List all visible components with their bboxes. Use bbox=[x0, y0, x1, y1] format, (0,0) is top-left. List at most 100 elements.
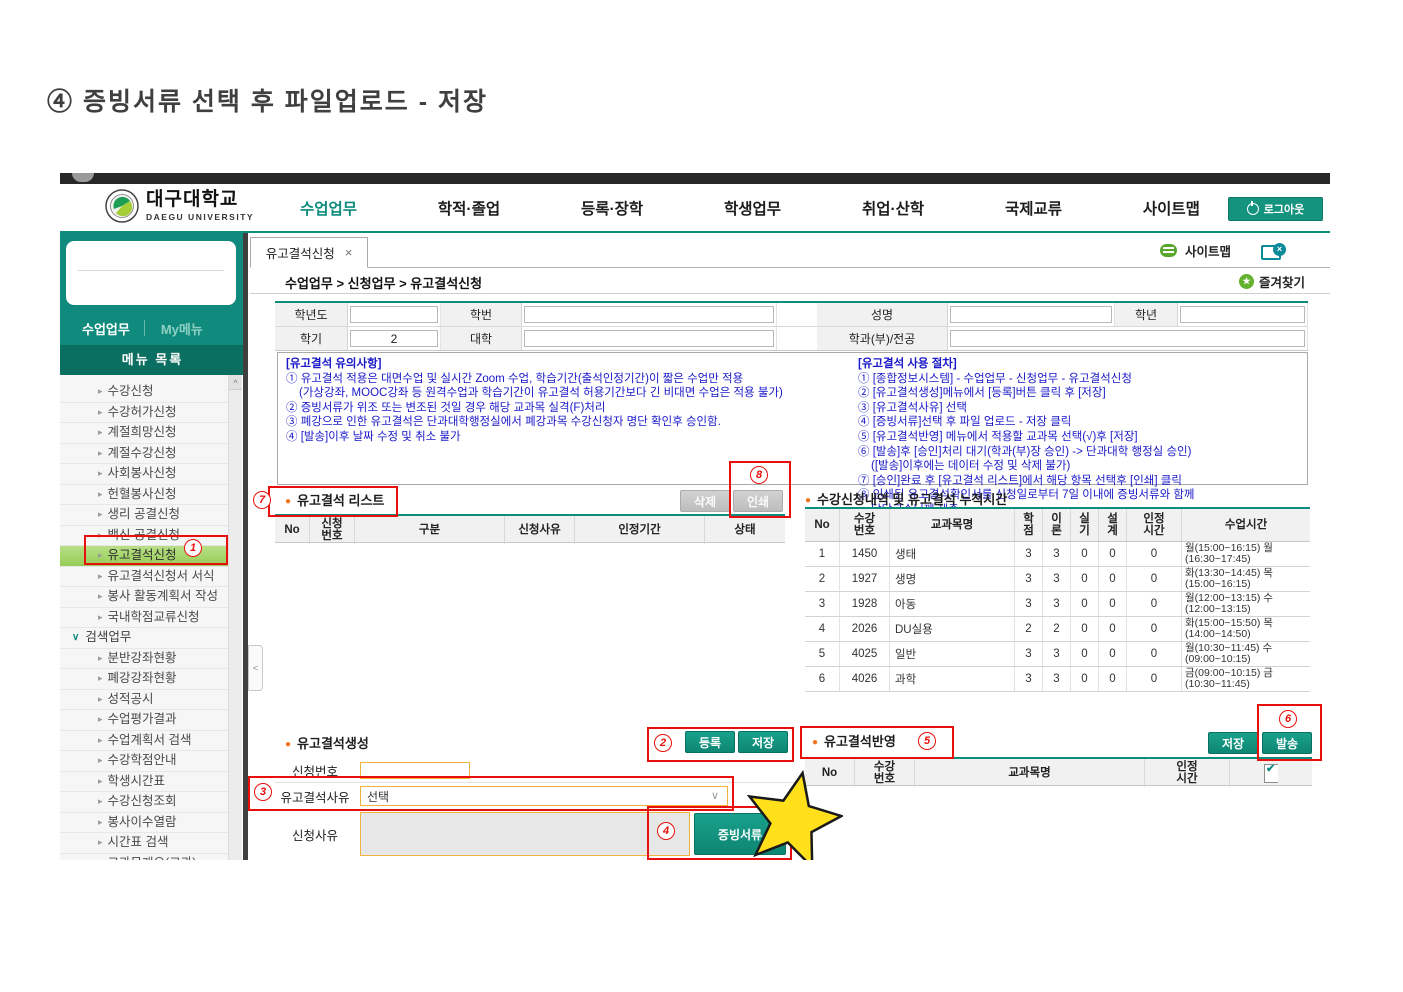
apply-save-button[interactable]: 저장 bbox=[1208, 732, 1258, 754]
sidebar-menu-item[interactable]: 분반강좌현황 bbox=[60, 649, 228, 670]
notice-line: [유고결석 사용 절차] bbox=[858, 357, 1195, 372]
sidebar-menu-item[interactable]: 성적공시 bbox=[60, 690, 228, 711]
sidebar-menu-item[interactable]: 유고결석신청 bbox=[60, 546, 228, 567]
sidebar-menu-item[interactable]: 검색업무 bbox=[60, 628, 228, 649]
sidebar-menu-item[interactable]: 시간표 검색 bbox=[60, 833, 228, 854]
year-cell bbox=[348, 303, 441, 326]
nav-item[interactable]: 등록·장학 bbox=[581, 197, 643, 219]
sidebar-tab-mymenu[interactable]: My메뉴 bbox=[145, 319, 203, 338]
create-form: 신청번호 유고결석사유 선택 ∨ 신청사유 증빙서류 인정기간 ~ bbox=[275, 758, 795, 860]
sitemap-icon[interactable] bbox=[1160, 244, 1177, 257]
select-all-checkbox[interactable] bbox=[1264, 764, 1278, 783]
cell-course-name: DU실용 bbox=[890, 617, 1015, 641]
sidebar-menu-item[interactable]: 봉사이수열람 bbox=[60, 813, 228, 834]
sidebar-menu-item[interactable]: 백신 공결신청 bbox=[60, 526, 228, 547]
label-major: 학과(부)/전공 bbox=[817, 327, 948, 350]
column-header: 수업시간 bbox=[1182, 509, 1310, 541]
tab-close-icon[interactable]: × bbox=[345, 245, 353, 260]
sidebar-menu-item[interactable]: 수업평가결과 bbox=[60, 710, 228, 731]
cell-no: 5 bbox=[805, 642, 840, 666]
sidebar-collapse-handle[interactable]: < bbox=[248, 645, 263, 691]
scroll-up-icon[interactable]: ^ bbox=[229, 375, 242, 390]
sidebar-menu-item[interactable]: 계절수강신청 bbox=[60, 444, 228, 465]
cell-hours: 0 bbox=[1127, 667, 1182, 691]
login-info-card bbox=[66, 241, 236, 305]
reason-select[interactable]: 선택 ∨ bbox=[360, 786, 728, 806]
sidebar-menu: 수강신청수강허가신청계절희망신청계절수강신청사회봉사신청헌혈봉사신청생리 공결신… bbox=[60, 375, 228, 860]
sidebar: 수업업무 My메뉴 메뉴 목록 수강신청수강허가신청계절희망신청계절수강신청사회… bbox=[60, 233, 250, 860]
delete-button[interactable]: 삭제 bbox=[680, 490, 730, 512]
sidebar-menu-item[interactable]: 수업계획서 검색 bbox=[60, 731, 228, 752]
sidebar-menu-item[interactable]: 계절희망신청 bbox=[60, 423, 228, 444]
reason-text-row: 신청사유 증빙서류 bbox=[275, 809, 795, 859]
sitemap-link[interactable]: 사이트맵 bbox=[1185, 241, 1231, 260]
favorite-button[interactable]: ★ 즐겨찾기 bbox=[1239, 272, 1305, 291]
nav-item[interactable]: 국제교류 bbox=[1005, 197, 1062, 219]
grade-input[interactable] bbox=[1180, 306, 1305, 323]
sidebar-menu-item[interactable]: 수강허가신청 bbox=[60, 403, 228, 424]
print-button[interactable]: 인쇄 bbox=[733, 490, 783, 512]
sidebar-menu-item[interactable]: 수강학점안내 bbox=[60, 751, 228, 772]
cell-credit: 2 bbox=[1015, 617, 1043, 641]
sidebar-menu-item[interactable]: 사회봉사신청 bbox=[60, 464, 228, 485]
cell-design: 0 bbox=[1099, 542, 1127, 566]
window-list-icon[interactable]: × bbox=[1261, 243, 1287, 258]
request-no-input[interactable] bbox=[360, 762, 470, 779]
cell-credit: 3 bbox=[1015, 642, 1043, 666]
column-header: 수강 번호 bbox=[840, 509, 890, 541]
register-button[interactable]: 등록 bbox=[685, 731, 735, 753]
column-header: 교과목명 bbox=[890, 509, 1015, 541]
university-logo[interactable]: 대구대학교 DAEGU UNIVERSITY bbox=[105, 189, 254, 223]
column-header: 구분 bbox=[355, 516, 505, 544]
sidebar-divider bbox=[243, 233, 248, 860]
tabbar-right-tools: 사이트맵 × bbox=[1160, 241, 1287, 260]
sidebar-menu-item[interactable]: 수강신청조회 bbox=[60, 792, 228, 813]
column-header: 학 점 bbox=[1015, 509, 1043, 541]
sidebar-menu-item[interactable]: 유고결석신청서 서식 bbox=[60, 567, 228, 588]
chevron-down-icon: ∨ bbox=[711, 789, 719, 802]
nav-item[interactable]: 학적·졸업 bbox=[438, 197, 500, 219]
sidebar-tab-work[interactable]: 수업업무 bbox=[60, 319, 144, 338]
breadcrumb: 수업업무 > 신청업무 > 유고결석신청 bbox=[285, 273, 482, 292]
name-input[interactable] bbox=[950, 306, 1112, 323]
sidebar-scrollbar[interactable]: ^ bbox=[228, 375, 242, 860]
sidebar-menu-item[interactable]: 헌혈봉사신청 bbox=[60, 485, 228, 506]
cell-practice: 0 bbox=[1071, 667, 1099, 691]
cell-course-name: 과학 bbox=[890, 667, 1015, 691]
sidebar-menu-item[interactable]: 국내학점교류신청 bbox=[60, 608, 228, 629]
student-id-input[interactable] bbox=[524, 306, 774, 323]
nav-item[interactable]: 취업·산학 bbox=[862, 197, 924, 219]
cell-course-name: 생태 bbox=[890, 542, 1015, 566]
sidebar-menu-item[interactable]: 봉사 활동계획서 작성 bbox=[60, 587, 228, 608]
absence-list-table: No신청 번호구분신청사유인정기간상태 bbox=[275, 514, 785, 543]
notice-precautions: [유고결석 유의사항]① 유고결석 적용은 대면수업 및 실시간 Zoom 수업… bbox=[278, 353, 850, 484]
nav-item[interactable]: 학생업무 bbox=[724, 197, 781, 219]
cell-practice: 0 bbox=[1071, 567, 1099, 591]
cell-class-time: 월(15:00~16:15) 월(16:30~17:45) bbox=[1182, 542, 1310, 566]
term-input[interactable] bbox=[350, 330, 438, 347]
sidebar-menu-item[interactable]: 폐강강좌현황 bbox=[60, 669, 228, 690]
reason-textarea[interactable] bbox=[360, 812, 690, 856]
nav-item[interactable]: 사이트맵 bbox=[1143, 197, 1200, 219]
grade-cell bbox=[1178, 303, 1308, 326]
cell-design: 0 bbox=[1099, 617, 1127, 641]
nav-item[interactable]: 수업업무 bbox=[300, 197, 357, 219]
logout-button[interactable]: 로그아웃 bbox=[1228, 197, 1323, 221]
cell-credit: 3 bbox=[1015, 567, 1043, 591]
tab-absence-request[interactable]: 유고결석신청 × bbox=[250, 237, 368, 268]
college-input[interactable] bbox=[524, 330, 774, 347]
cell-credit: 3 bbox=[1015, 592, 1043, 616]
column-header: 설 계 bbox=[1099, 509, 1127, 541]
notice-line: ① [종합정보시스템] - 수업업무 - 신청업무 - 유고결석신청 bbox=[858, 372, 1195, 387]
sidebar-menu-item[interactable]: 학생시간표 bbox=[60, 772, 228, 793]
sidebar-menu-item[interactable]: 수강신청 bbox=[60, 382, 228, 403]
cell-code: 1928 bbox=[840, 592, 890, 616]
send-button[interactable]: 발송 bbox=[1262, 732, 1312, 754]
sidebar-menu-item[interactable]: 생리 공결신청 bbox=[60, 505, 228, 526]
create-save-button[interactable]: 저장 bbox=[738, 731, 788, 753]
column-header: 상태 bbox=[705, 516, 785, 544]
term-cell bbox=[348, 327, 441, 350]
year-input[interactable] bbox=[350, 306, 438, 323]
major-input[interactable] bbox=[950, 330, 1305, 347]
sidebar-menu-item[interactable]: 교과목개요(교과) bbox=[60, 854, 228, 861]
